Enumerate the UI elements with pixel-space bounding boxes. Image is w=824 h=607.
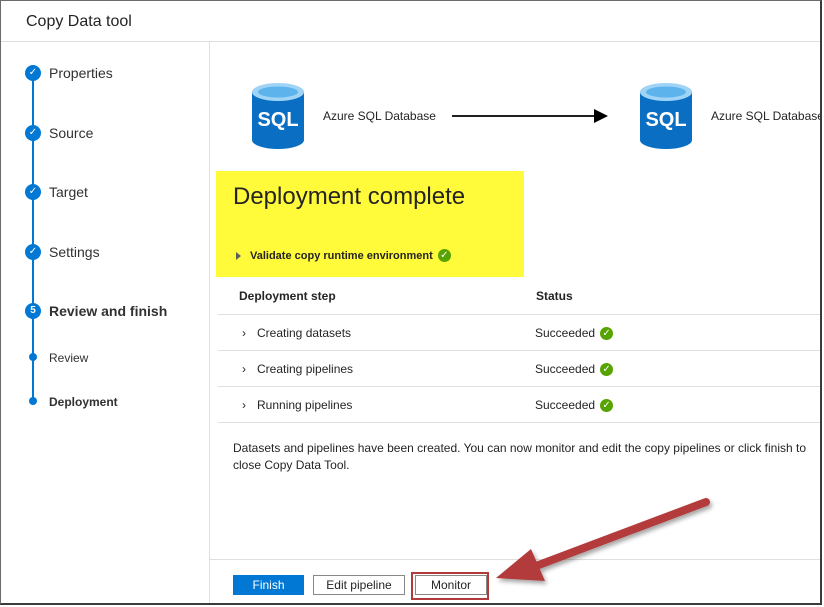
status-text: Succeeded (535, 362, 596, 376)
check-icon: ✓ (25, 125, 41, 141)
row-step-name: Running pipelines (257, 398, 353, 412)
deployment-headline: Deployment complete (233, 183, 466, 210)
chevron-right-icon[interactable]: › (242, 398, 246, 412)
step-label: Target (49, 184, 88, 200)
status-text: Succeeded (535, 326, 596, 340)
deployment-status-highlight: Deployment complete Validate copy runtim… (216, 171, 524, 277)
table-header: Deployment step Status (218, 278, 820, 315)
check-icon: ✓ (25, 65, 41, 81)
edit-pipeline-button[interactable]: Edit pipeline (313, 575, 405, 595)
substep-label: Review (49, 351, 89, 365)
finish-button[interactable]: Finish (233, 575, 304, 595)
flow-arrow-icon (452, 109, 608, 123)
title-bar: Copy Data tool (1, 1, 820, 42)
main-panel: SQL Azure SQL Database SQL Azure SQL Dat… (210, 42, 820, 603)
step-review-and-finish[interactable]: 5 Review and finish (1, 301, 209, 323)
step-label: Source (49, 125, 94, 141)
row-step-name: Creating pipelines (257, 362, 354, 376)
expand-triangle-icon (236, 251, 241, 260)
step-label: Properties (49, 65, 113, 81)
success-check-icon: ✓ (600, 326, 614, 340)
step-label: Settings (49, 244, 100, 260)
substep-deployment[interactable]: Deployment (1, 391, 209, 413)
substep-review[interactable]: Review (1, 347, 209, 369)
sql-icon-text: SQL (645, 109, 686, 131)
chevron-right-icon[interactable]: › (242, 362, 246, 376)
substep-dot-icon (29, 353, 37, 361)
step-number-badge: 5 (25, 303, 41, 319)
sql-database-icon: SQL (640, 83, 692, 149)
success-check-icon: ✓ (600, 362, 614, 376)
sql-icon-text: SQL (257, 109, 298, 131)
substep-label: Deployment (49, 395, 118, 409)
footer-bar: Finish Edit pipeline Monitor (210, 559, 820, 603)
step-target[interactable]: ✓ Target (1, 182, 209, 204)
column-header-status: Status (536, 289, 573, 303)
validate-label: Validate copy runtime environment (250, 249, 433, 262)
sql-database-icon: SQL (252, 83, 304, 149)
table-row[interactable]: › Running pipelines Succeeded ✓ (218, 387, 820, 423)
completion-message: Datasets and pipelines have been created… (233, 441, 807, 472)
deployment-steps-table: Deployment step Status › Creating datase… (218, 278, 820, 423)
chevron-right-icon[interactable]: › (242, 326, 246, 340)
status-text: Succeeded (535, 398, 596, 412)
step-settings[interactable]: ✓ Settings (1, 242, 209, 264)
success-check-icon: ✓ (437, 249, 451, 262)
validate-runtime-toggle[interactable]: Validate copy runtime environment ✓ (236, 249, 451, 262)
success-check-icon: ✓ (600, 398, 614, 412)
row-status: Succeeded ✓ (535, 398, 614, 412)
step-source[interactable]: ✓ Source (1, 123, 209, 145)
step-label: Review and finish (49, 303, 168, 319)
row-step-name: Creating datasets (257, 326, 352, 340)
step-properties[interactable]: ✓ Properties (1, 63, 209, 85)
table-row[interactable]: › Creating pipelines Succeeded ✓ (218, 351, 820, 387)
row-status: Succeeded ✓ (535, 326, 614, 340)
target-db-label: Azure SQL Database (711, 109, 822, 123)
monitor-button[interactable]: Monitor (415, 575, 487, 595)
substep-dot-icon (29, 397, 37, 405)
wizard-sidebar: ✓ Properties ✓ Source ✓ Target ✓ Setting… (1, 42, 210, 603)
source-db-label: Azure SQL Database (323, 109, 436, 123)
window-title: Copy Data tool (26, 13, 132, 30)
check-icon: ✓ (25, 184, 41, 200)
check-icon: ✓ (25, 244, 41, 260)
column-header-step: Deployment step (239, 289, 336, 303)
table-row[interactable]: › Creating datasets Succeeded ✓ (218, 315, 820, 351)
row-status: Succeeded ✓ (535, 362, 614, 376)
copy-data-tool-window: Copy Data tool ✓ Properties ✓ Source ✓ T… (0, 0, 822, 605)
